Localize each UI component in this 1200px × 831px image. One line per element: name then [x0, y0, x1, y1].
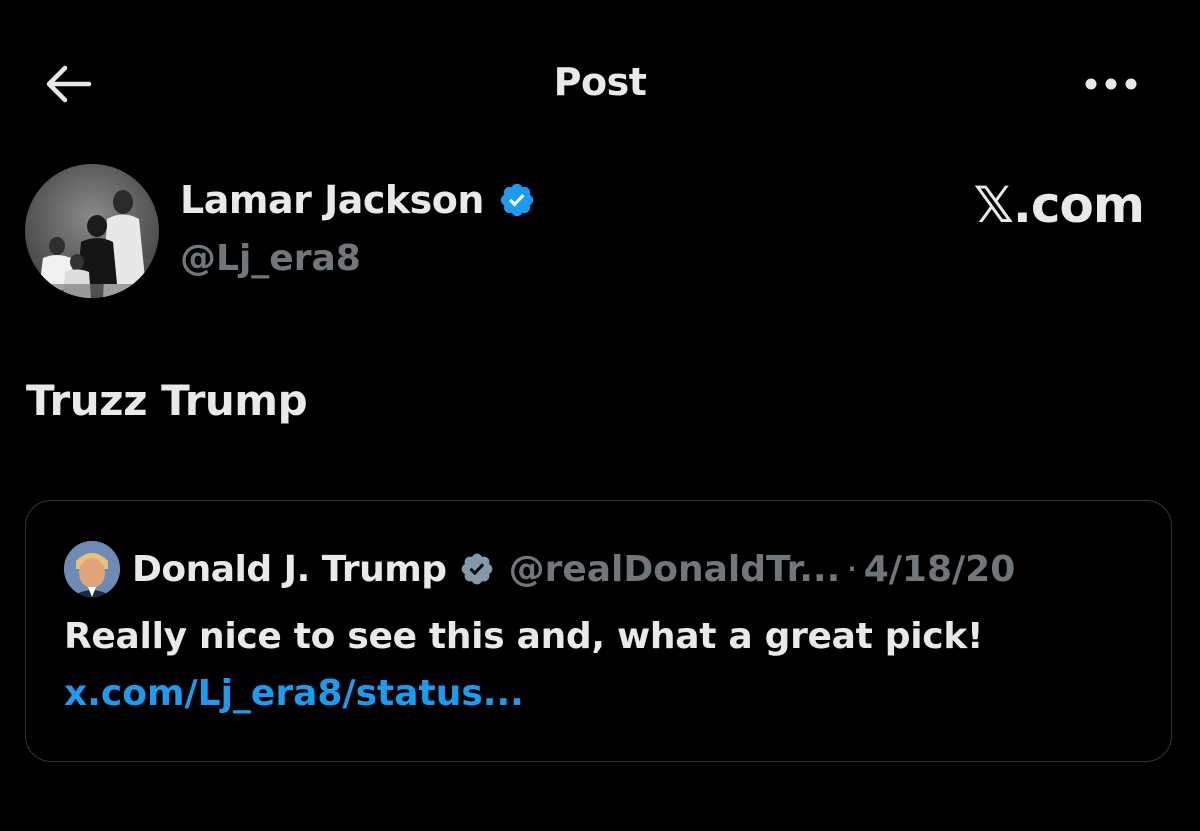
quoted-author-avatar[interactable]	[64, 541, 120, 597]
more-options-button[interactable]	[1080, 64, 1142, 104]
quoted-post-header: Donald J. Trump @realDonaldTr... · 4/18/…	[132, 541, 1015, 597]
quoted-post-text: Really nice to see this and, what a grea…	[64, 616, 984, 657]
quoted-author-name[interactable]: Donald J. Trump	[132, 549, 447, 590]
quoted-post-date[interactable]: 4/18/20	[864, 549, 1016, 590]
verified-badge-icon	[500, 183, 534, 217]
post-text: Truzz Trump	[26, 376, 308, 425]
post-page: Post Lamar Jackson @Lj_era8 𝕏.com Truzz …	[0, 0, 1200, 831]
author-display-name: Lamar Jackson	[180, 178, 484, 222]
author-handle[interactable]: @Lj_era8	[180, 238, 361, 279]
verified-badge-gray-icon	[461, 553, 492, 585]
separator-dot: ·	[846, 548, 858, 590]
more-horizontal-icon	[1085, 78, 1137, 90]
author-name[interactable]: Lamar Jackson	[180, 178, 536, 222]
page-title: Post	[553, 60, 647, 104]
quoted-author-handle[interactable]: @realDonaldTr...	[509, 549, 841, 590]
quoted-avatar-photo	[64, 541, 120, 597]
x-brand-logo: 𝕏.com	[973, 176, 1145, 234]
avatar-photo	[25, 164, 159, 298]
quoted-post-card[interactable]: Donald J. Trump @realDonaldTr... · 4/18/…	[25, 500, 1172, 762]
quoted-post-link[interactable]: x.com/Lj_era8/status...	[64, 673, 524, 714]
top-bar: Post	[0, 40, 1200, 130]
author-avatar[interactable]	[25, 164, 159, 298]
